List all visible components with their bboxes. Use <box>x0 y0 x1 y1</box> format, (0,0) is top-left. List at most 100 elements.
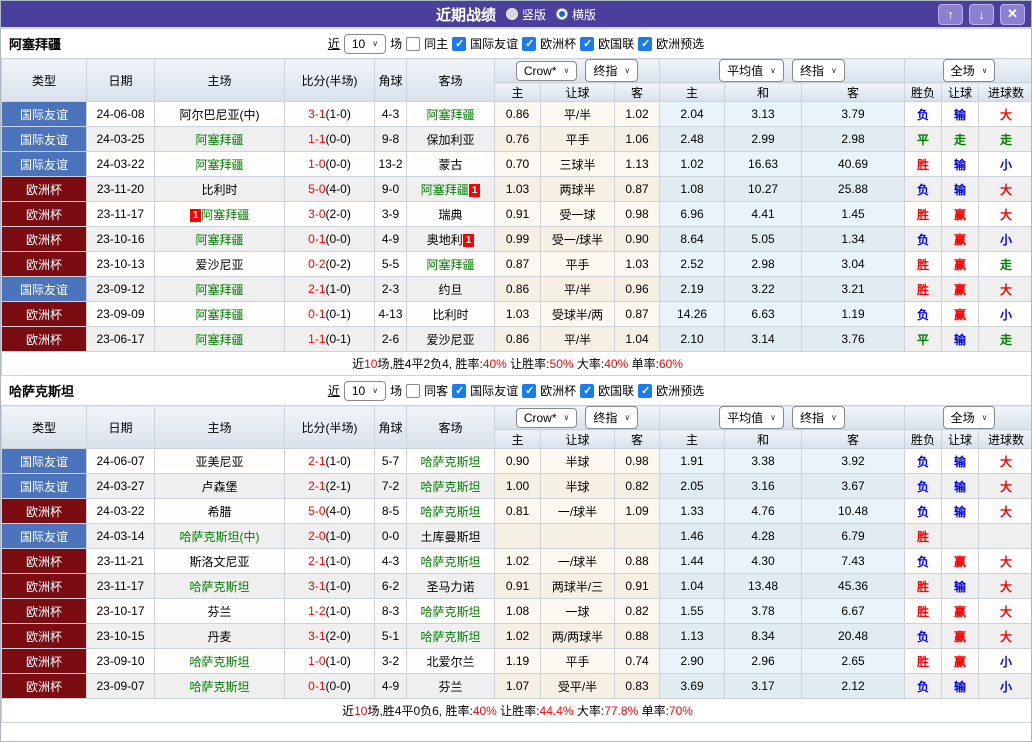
league-checkbox-3[interactable] <box>580 37 594 51</box>
score-cell: 3-1(1-0) <box>285 102 375 127</box>
result-goals: 小 <box>979 649 1032 674</box>
type-cell: 国际友谊 <box>2 127 87 152</box>
home-team-cell: 阿塞拜疆 <box>155 327 285 352</box>
games-count-select[interactable]: 10∨ <box>344 34 386 54</box>
type-cell: 欧洲杯 <box>2 202 87 227</box>
avg-away-odds: 1.45 <box>802 202 905 227</box>
corner-cell: 6-2 <box>375 574 407 599</box>
fulltime-score: 1-1 <box>308 332 325 346</box>
handicap-cell: 平手 <box>541 252 615 277</box>
average-select[interactable]: 平均值∨ <box>719 406 784 429</box>
move-down-button[interactable]: ↓ <box>969 4 994 25</box>
date-cell: 23-11-21 <box>87 549 155 574</box>
move-up-button[interactable]: ↑ <box>938 4 963 25</box>
sub-column-header: 胜负 <box>905 83 942 102</box>
fulltime-select-value: 全场 <box>951 62 975 79</box>
league-checkbox-1[interactable] <box>452 37 466 51</box>
home-team-cell: 阿塞拜疆 <box>155 227 285 252</box>
avg-draw-odds: 4.41 <box>725 202 802 227</box>
average-select[interactable]: 平均值∨ <box>719 59 784 82</box>
summary-segment: 10 <box>364 357 377 371</box>
avg-home-odds: 1.44 <box>660 549 725 574</box>
type-cell: 欧洲杯 <box>2 327 87 352</box>
layout-radio-horizontal[interactable]: 横版 <box>556 6 596 23</box>
summary-segment: 60% <box>659 357 683 371</box>
crow-home-odds: 0.91 <box>495 202 541 227</box>
handicap-cell: 受一/球半 <box>541 227 615 252</box>
team-label: 土库曼斯坦 <box>420 530 480 544</box>
team-label: 阿塞拜疆 <box>195 158 243 172</box>
layout-radio-vertical[interactable]: 竖版 <box>506 6 546 23</box>
result-outcome: 胜 <box>905 574 942 599</box>
result-goals: 小 <box>979 152 1032 177</box>
result-handicap: 输 <box>942 574 979 599</box>
fulltime-select[interactable]: 全场∨ <box>943 406 996 429</box>
type-cell: 欧洲杯 <box>2 574 87 599</box>
recent-label[interactable]: 近 <box>328 35 340 52</box>
handicap-cell: 两球半/三 <box>541 574 615 599</box>
match-row: 欧洲杯23-09-07哈萨克斯坦0-1(0-0)4-9芬兰1.07受平/半0.8… <box>2 674 1032 699</box>
date-cell: 24-03-22 <box>87 152 155 177</box>
league-checkbox-2[interactable] <box>522 37 536 51</box>
same-venue-checkbox[interactable] <box>406 384 420 398</box>
final-odds-select-2-value: 终指 <box>800 62 824 79</box>
sub-column-header: 让球 <box>541 430 615 449</box>
date-cell: 23-10-17 <box>87 599 155 624</box>
final-odds-select-2[interactable]: 终指∨ <box>792 406 845 429</box>
summary-segment: 让胜率: <box>507 357 550 371</box>
recent-label[interactable]: 近 <box>328 382 340 399</box>
radio-horizontal-label: 横版 <box>572 6 596 23</box>
odds-company-select[interactable]: Crow*∨ <box>516 408 578 428</box>
result-outcome: 负 <box>905 474 942 499</box>
result-goals: 走 <box>979 252 1032 277</box>
league-checkbox-1[interactable] <box>452 384 466 398</box>
avg-draw-odds: 3.78 <box>725 599 802 624</box>
fulltime-score: 2-1 <box>308 282 325 296</box>
halftime-score: (4-0) <box>326 504 351 518</box>
result-handicap: 赢 <box>942 302 979 327</box>
sub-column-header: 主 <box>495 430 541 449</box>
date-cell: 24-06-07 <box>87 449 155 474</box>
handicap-cell: 两/两球半 <box>541 624 615 649</box>
avg-draw-odds: 4.76 <box>725 499 802 524</box>
summary-segment: 单率: <box>628 357 659 371</box>
team-label: 芬兰 <box>438 680 462 694</box>
final-odds-select[interactable]: 终指∨ <box>585 59 638 82</box>
result-goals: 大 <box>979 177 1032 202</box>
crow-away-odds: 0.98 <box>615 449 660 474</box>
league-checkbox-4[interactable] <box>638 384 652 398</box>
halftime-score: (1-0) <box>326 554 351 568</box>
away-team-cell: 奥地利1 <box>407 227 495 252</box>
close-button[interactable]: ✕ <box>1000 4 1025 25</box>
result-outcome: 负 <box>905 102 942 127</box>
halftime-score: (2-1) <box>326 479 351 493</box>
league-checkbox-3[interactable] <box>580 384 594 398</box>
chevron-down-icon: ∨ <box>624 413 630 422</box>
halftime-score: (4-0) <box>326 182 351 196</box>
crow-away-odds: 1.04 <box>615 327 660 352</box>
team-label: 卢森堡 <box>201 480 237 494</box>
final-odds-select-2[interactable]: 终指∨ <box>792 59 845 82</box>
final-odds-select[interactable]: 终指∨ <box>585 406 638 429</box>
crow-away-odds: 0.87 <box>615 177 660 202</box>
team-label: 阿塞拜疆 <box>201 208 249 222</box>
fulltime-select[interactable]: 全场∨ <box>943 59 996 82</box>
league-checkbox-4[interactable] <box>638 37 652 51</box>
team-label: 哈萨克斯坦 <box>189 655 249 669</box>
team-label: 哈萨克斯坦 <box>189 680 249 694</box>
result-goals: 大 <box>979 474 1032 499</box>
result-goals: 小 <box>979 674 1032 699</box>
handicap-cell <box>541 524 615 549</box>
same-venue-checkbox[interactable] <box>406 37 420 51</box>
odds-company-select[interactable]: Crow*∨ <box>516 61 578 81</box>
crow-home-odds: 0.86 <box>495 102 541 127</box>
avg-home-odds: 1.02 <box>660 152 725 177</box>
crow-away-odds: 0.88 <box>615 624 660 649</box>
team-label: 北爱尔兰 <box>426 655 474 669</box>
crow-home-odds <box>495 524 541 549</box>
games-count-select[interactable]: 10∨ <box>344 381 386 401</box>
same-venue-label: 同客 <box>424 382 448 399</box>
date-cell: 24-03-25 <box>87 127 155 152</box>
league-checkbox-2[interactable] <box>522 384 536 398</box>
home-team-cell: 哈萨克斯坦(中) <box>155 524 285 549</box>
